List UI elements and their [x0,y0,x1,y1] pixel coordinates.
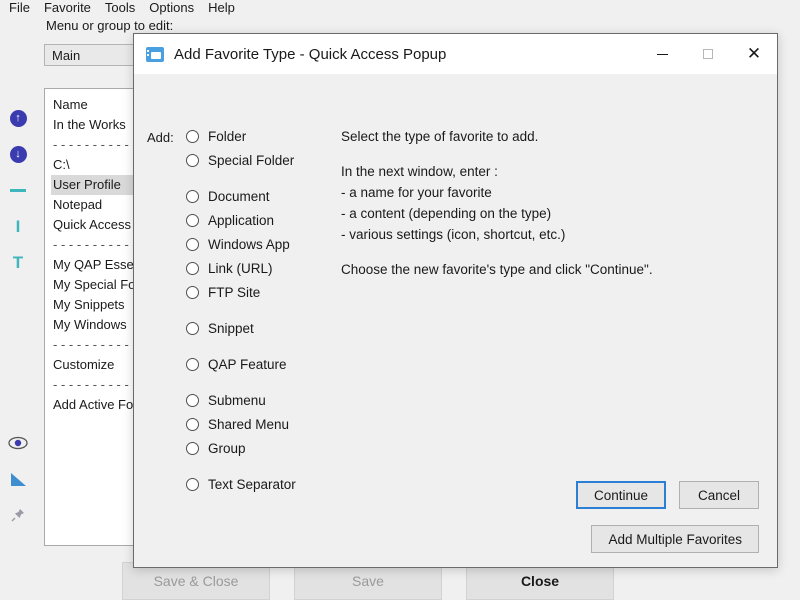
primary-button-row: Continue Cancel [575,481,759,509]
radio-circle-icon [186,285,199,299]
instruction-line: Choose the new favorite's type and click… [341,262,653,277]
instruction-line: - a name for your favorite [341,185,492,200]
sort-button[interactable] [2,461,34,497]
pin-icon [11,509,24,522]
radio-circle-icon [186,357,199,371]
radio-label: Document [208,188,270,204]
window-controls: ✕ [639,34,777,74]
instruction-line: - various settings (icon, shortcut, etc.… [341,227,566,242]
radio-label: Shared Menu [208,416,290,432]
menu-group-label: Menu or group to edit: [46,18,174,33]
radio-circle-icon [186,213,199,227]
add-favorite-type-dialog: Add Favorite Type - Quick Access Popup ✕… [133,33,778,568]
radio-option-ftp-site[interactable]: FTP Site [186,280,416,304]
radio-label: Special Folder [208,152,295,168]
move-up-icon: ↑ [9,109,27,127]
radio-circle-icon [186,129,199,143]
move-up-button[interactable]: ↑ [2,100,34,136]
radio-label: Folder [208,128,247,144]
radio-label: Windows App [208,236,290,252]
instruction-line: In the next window, enter : [341,164,498,179]
menu-item-favorite[interactable]: Favorite [37,0,98,16]
menu-item-options[interactable]: Options [142,0,201,16]
add-multiple-favorites-button[interactable]: Add Multiple Favorites [591,525,759,553]
radio-label: Group [208,440,246,456]
add-label: Add: [147,130,174,145]
instructions-panel: Select the type of favorite to add. In t… [341,126,741,280]
preview-button[interactable] [2,425,34,461]
menu-bar: File Favorite Tools Options Help [0,0,242,16]
dialog-titlebar[interactable]: Add Favorite Type - Quick Access Popup ✕ [134,34,777,74]
radio-label: FTP Site [208,284,261,300]
add-separator-button[interactable] [2,172,34,208]
radio-option-group[interactable]: Group [186,436,416,460]
instruction-line: - a content (depending on the type) [341,206,552,221]
radio-circle-icon [186,153,199,167]
text-icon: T [12,252,24,272]
maximize-icon[interactable] [685,34,731,74]
radio-label: Application [208,212,275,228]
dialog-body: Add: Folder Special Folder Document Appl… [134,74,777,567]
minimize-icon[interactable] [639,34,685,74]
radio-circle-icon [186,441,199,455]
radio-label: Snippet [208,320,254,336]
add-column-break-button[interactable]: I [2,208,34,244]
move-down-button[interactable]: ↓ [2,136,34,172]
add-text-button[interactable]: T [2,244,34,280]
radio-circle-icon [186,189,199,203]
radio-option-snippet[interactable]: Snippet [186,316,416,340]
radio-circle-icon [186,417,199,431]
instruction-line: Select the type of favorite to add. [341,129,539,144]
cancel-button[interactable]: Cancel [679,481,759,509]
separator-icon [10,188,26,192]
pin-button[interactable] [2,497,34,533]
continue-button[interactable]: Continue [575,481,666,509]
radio-circle-icon [186,321,199,335]
side-toolbar: ↑ ↓ I T [0,100,36,280]
vertical-line-icon: I [15,216,21,236]
radio-option-qap-feature[interactable]: QAP Feature [186,352,416,376]
dialog-action-buttons: Continue Cancel Add Multiple Favorites [575,481,759,553]
radio-circle-icon [186,393,199,407]
radio-label: QAP Feature [208,356,287,372]
radio-circle-icon [186,477,199,491]
radio-option-text-separator[interactable]: Text Separator [186,472,416,496]
window-card-icon [146,46,164,62]
radio-label: Link (URL) [208,260,273,276]
radio-option-submenu[interactable]: Submenu [186,388,416,412]
dialog-title: Add Favorite Type - Quick Access Popup [174,45,447,63]
secondary-button-row: Add Multiple Favorites [591,525,759,553]
radio-option-shared-menu[interactable]: Shared Menu [186,412,416,436]
side-toolbar-lower [0,425,36,533]
preview-eye-icon [8,436,28,450]
move-down-icon: ↓ [9,145,27,163]
radio-circle-icon [186,237,199,251]
menu-group-value: Main [52,47,81,63]
radio-label: Submenu [208,392,266,408]
menu-item-tools[interactable]: Tools [98,0,142,16]
radio-circle-icon [186,261,199,275]
sort-icon [10,472,26,486]
menu-item-help[interactable]: Help [201,0,242,16]
radio-label: Text Separator [208,476,296,492]
menu-item-file[interactable]: File [2,0,37,16]
close-icon[interactable]: ✕ [731,34,777,74]
